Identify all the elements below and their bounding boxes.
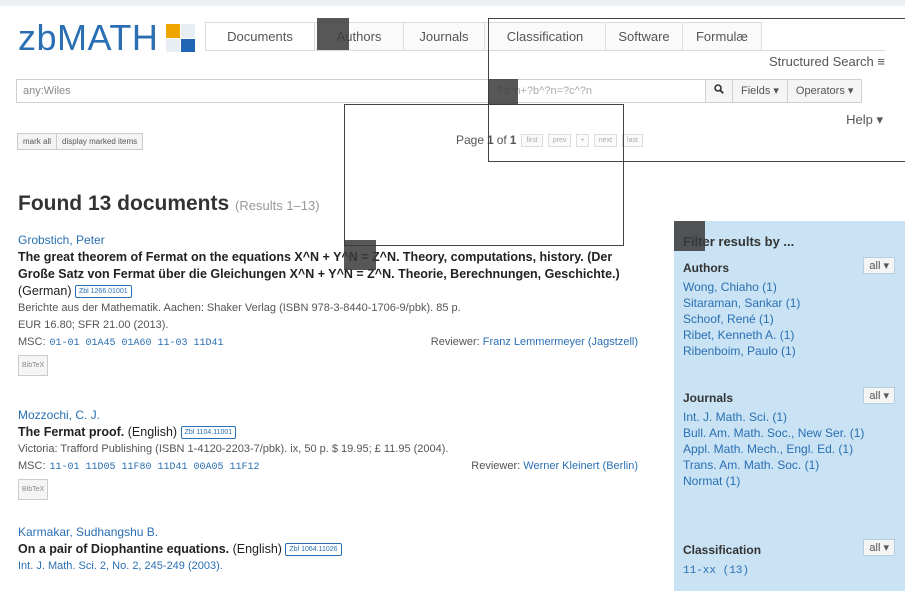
result-item: Karmakar, Sudhangshu B. On a pair of Dio…: [18, 524, 638, 575]
facet-author-item[interactable]: Wong, Chiaho (1): [683, 279, 895, 295]
zbmath-logo[interactable]: zbMATH: [18, 17, 196, 59]
result-source: Victoria: Trafford Publishing (ISBN 1-41…: [18, 443, 449, 455]
bibtex-button[interactable]: BibTeX: [18, 479, 49, 500]
facet-author-item[interactable]: Schoof, René (1): [683, 311, 895, 327]
result-reviewer: Reviewer: Franz Lemmermeyer (Jagstzell): [430, 336, 638, 348]
overlay-marker: [674, 221, 705, 251]
highlight-box: [344, 104, 624, 246]
overlay-marker: [317, 18, 349, 50]
facet-author-item[interactable]: Sitaraman, Sankar (1): [683, 295, 895, 311]
result-title[interactable]: The great theorem of Fermat on the equat…: [18, 249, 638, 300]
msc-codes[interactable]: 11-01 11D05 11F80 11D41 00A05 11F12: [50, 462, 260, 473]
results-range: (Results 1–13): [235, 198, 320, 213]
result-title[interactable]: The Fermat proof. (English) Zbl 1104.110…: [18, 424, 638, 441]
zbl-badge[interactable]: Zbl 1104.11001: [180, 426, 237, 440]
result-language: (English): [127, 425, 178, 439]
top-strip: [0, 0, 905, 6]
msc-codes[interactable]: 01-01 01A45 01A60 11-03 11D41: [50, 338, 224, 349]
facet-journals: Journals all ▾ Int. J. Math. Sci. (1) Bu…: [683, 387, 895, 489]
facet-classification: Classification all ▾ 11-xx (13): [683, 539, 895, 579]
overlay-marker: [344, 240, 376, 270]
facet-authors-all-dropdown[interactable]: all ▾: [863, 257, 895, 274]
results-count: Found 13 documents: [18, 192, 230, 215]
facet-author-item[interactable]: Ribet, Kenneth A. (1): [683, 327, 895, 343]
result-language: (English): [232, 542, 282, 556]
facet-author-item[interactable]: Ribenboim, Paulo (1): [683, 343, 895, 359]
overlay-marker: [488, 79, 518, 105]
logo-text: zbMATH: [18, 17, 159, 58]
result-author[interactable]: Mozzochi, C. J.: [18, 407, 638, 424]
mark-all-button[interactable]: mark all: [17, 133, 58, 150]
result-item: Mozzochi, C. J. The Fermat proof. (Engli…: [18, 407, 638, 500]
bibtex-button[interactable]: BibTeX: [18, 355, 49, 376]
display-marked-button[interactable]: display marked items: [56, 133, 144, 150]
result-title[interactable]: On a pair of Diophantine equations. (Eng…: [18, 541, 638, 558]
result-reviewer: Reviewer: Werner Kleinert (Berlin): [471, 460, 638, 472]
result-language: (German): [18, 284, 72, 298]
facet-journals-all-dropdown[interactable]: all ▾: [863, 387, 895, 404]
facet-journal-item[interactable]: Appl. Math. Mech., Engl. Ed. (1): [683, 441, 895, 457]
facet-journal-item[interactable]: Bull. Am. Math. Soc., New Ser. (1): [683, 425, 895, 441]
results-heading: Found 13 documents (Results 1–13): [18, 192, 320, 216]
facet-journal-item[interactable]: Normat (1): [683, 473, 895, 489]
facet-authors: Authors all ▾ Wong, Chiaho (1) Sitaraman…: [683, 257, 895, 359]
facet-journal-item[interactable]: Int. J. Math. Sci. (1): [683, 409, 895, 425]
tab-journals[interactable]: Journals: [403, 22, 485, 50]
result-source[interactable]: Int. J. Math. Sci. 2, No. 2, 245-249 (20…: [18, 558, 638, 575]
tab-documents[interactable]: Documents: [205, 22, 315, 50]
zbl-badge[interactable]: Zbl 1266.01001: [74, 285, 132, 299]
facet-classification-all-dropdown[interactable]: all ▾: [863, 539, 895, 556]
mark-actions: mark all display marked items: [17, 133, 144, 150]
result-source-price: EUR 16.80; SFR 21.00 (2013).: [18, 319, 169, 331]
result-source: Berichte aus der Mathematik. Aachen: Sha…: [18, 302, 461, 314]
logo-mark-icon: [166, 24, 196, 52]
zbl-badge[interactable]: Zbl 1064.11026: [285, 543, 342, 557]
result-item: Grobstich, Peter The great theorem of Fe…: [18, 232, 638, 376]
filter-sidebar: Filter results by ... Authors all ▾ Wong…: [674, 221, 905, 591]
result-msc: MSC: 01-01 01A45 01A60 11-03 11D41 Review…: [18, 336, 638, 349]
search-input-value: any:Wiles: [23, 85, 71, 97]
result-msc: MSC: 11-01 11D05 11F80 11D41 00A05 11F12 …: [18, 460, 638, 473]
result-author[interactable]: Karmakar, Sudhangshu B.: [18, 524, 638, 541]
facet-journal-item[interactable]: Trans. Am. Math. Soc. (1): [683, 457, 895, 473]
facet-classification-item[interactable]: 11-xx (13): [683, 563, 895, 579]
